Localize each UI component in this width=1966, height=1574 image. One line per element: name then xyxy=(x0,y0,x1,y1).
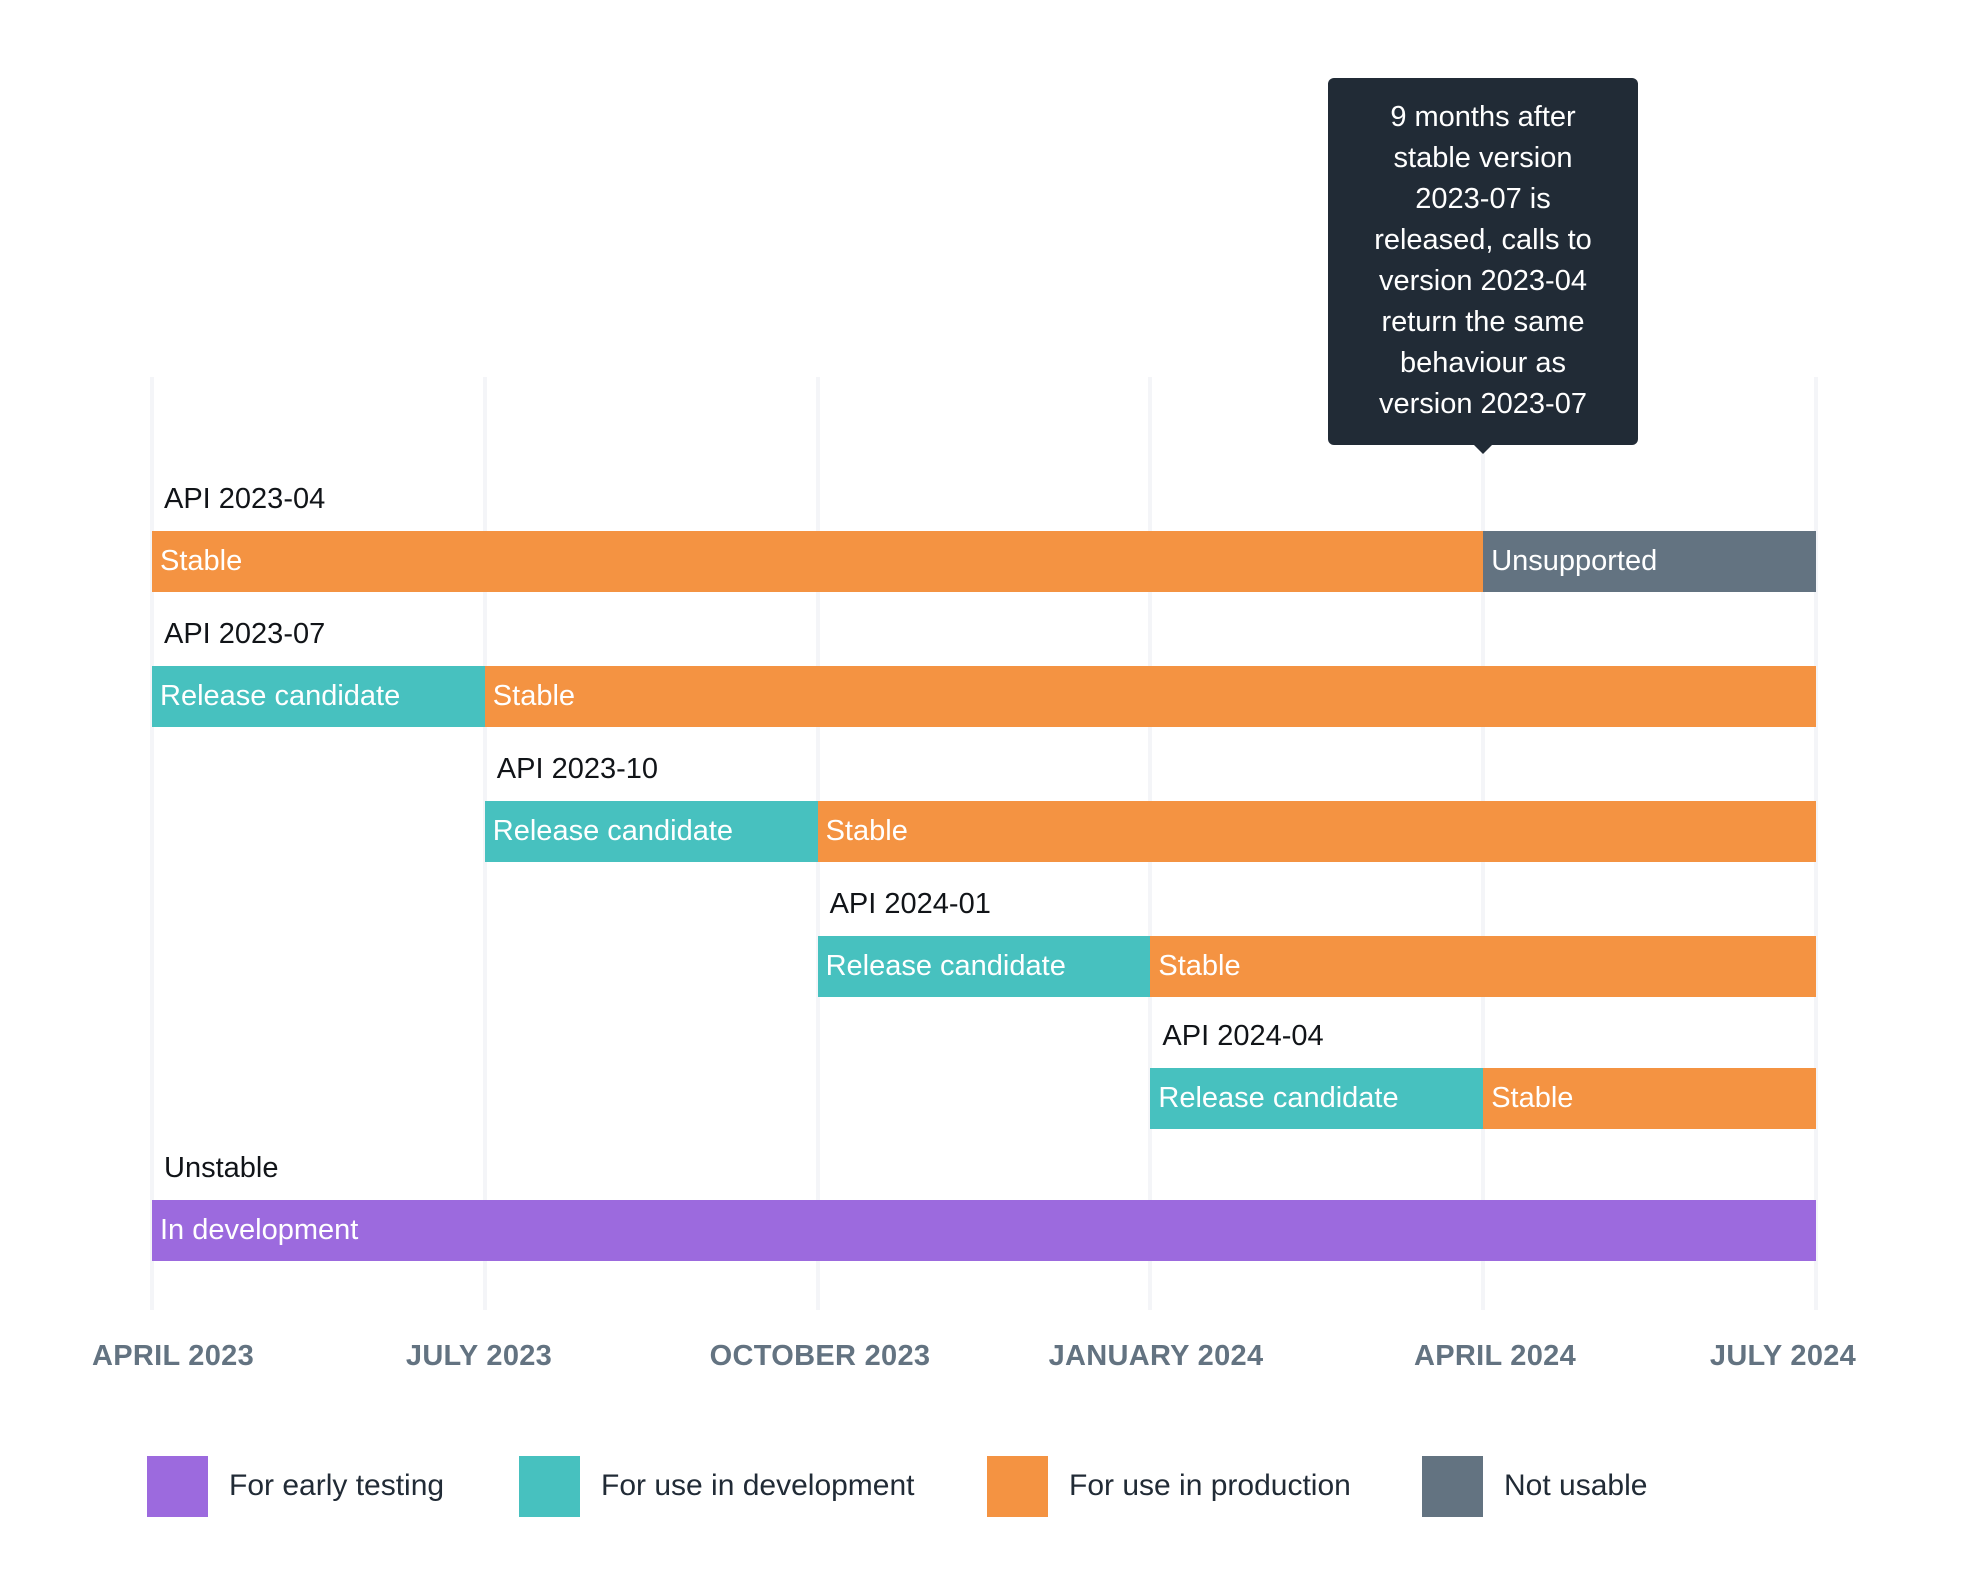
row-label: API 2024-04 xyxy=(1162,1020,1324,1052)
row-label: API 2023-10 xyxy=(496,753,659,785)
timeline-segment-production: Stable xyxy=(1150,936,1816,997)
annotation-tooltip: 9 months after stable version 2023-07 is… xyxy=(1328,78,1638,445)
api-version-timeline-chart: API 2023-04 Stable Unsupported API 2023-07 R… xyxy=(0,0,1966,1574)
annotation-line: 9 months after xyxy=(1390,101,1576,133)
row-label: API 2023-07 xyxy=(164,618,326,650)
annotation-line: released, calls to xyxy=(1374,224,1592,256)
annotation-line: 2023-07 is xyxy=(1415,183,1551,215)
legend-swatch xyxy=(147,1456,208,1517)
annotation-line: stable version xyxy=(1393,142,1573,174)
row-label: Unstable xyxy=(164,1152,279,1184)
x-tick-label: APRIL 2023 xyxy=(91,1340,255,1372)
timeline-segment-development: Release candidate xyxy=(484,801,818,862)
annotation-line: version 2023-04 xyxy=(1379,265,1587,297)
legend-label: For use in production xyxy=(1069,1469,1351,1502)
timeline-segment-production: Stable xyxy=(484,666,1816,727)
x-tick-label: JANUARY 2024 xyxy=(1048,1340,1264,1372)
timeline-segment-production: Stable xyxy=(1483,1068,1816,1129)
timeline-segment-development: Release candidate xyxy=(1150,1068,1484,1129)
legend-swatch xyxy=(519,1456,580,1517)
legend-label: For early testing xyxy=(229,1469,445,1502)
timeline-segment-development: Release candidate xyxy=(152,666,485,727)
annotation-pointer xyxy=(1473,444,1493,454)
legend-label: Not usable xyxy=(1504,1469,1648,1502)
x-tick-label: JULY 2024 xyxy=(1709,1340,1857,1372)
legend-swatch xyxy=(1422,1456,1483,1517)
legend-swatch xyxy=(987,1456,1048,1517)
annotation-line: return the same xyxy=(1381,306,1585,338)
gridline xyxy=(150,377,154,1310)
x-tick-label: OCTOBER 2023 xyxy=(709,1340,931,1372)
timeline-segment-early-testing: In development xyxy=(152,1200,1816,1261)
timeline-segment-not-usable: Unsupported xyxy=(1483,531,1816,592)
x-tick-label: APRIL 2024 xyxy=(1413,1340,1577,1372)
timeline-segment-development: Release candidate xyxy=(817,936,1151,997)
timeline-segment-production: Stable xyxy=(817,801,1816,862)
timeline-segment-production: Stable xyxy=(152,531,1484,592)
annotation-line: behaviour as xyxy=(1399,347,1567,379)
row-label: API 2023-04 xyxy=(164,483,326,515)
x-tick-label: JULY 2023 xyxy=(405,1340,553,1372)
legend-label: For use in development xyxy=(601,1469,915,1502)
annotation-line: version 2023-07 xyxy=(1379,388,1587,420)
row-label: API 2024-01 xyxy=(829,888,991,920)
